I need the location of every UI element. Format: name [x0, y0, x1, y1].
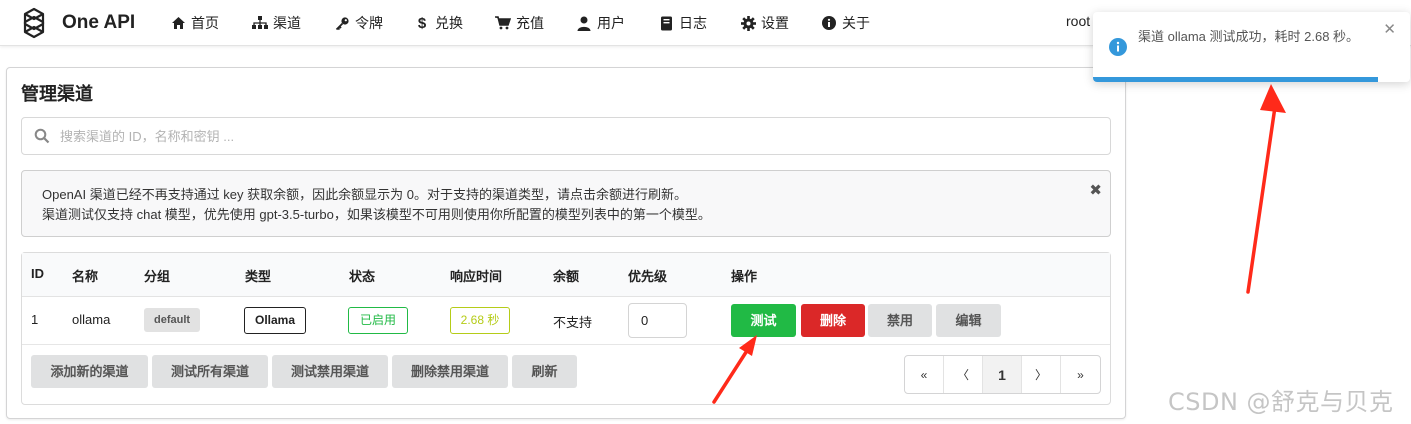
priority-input[interactable] [628, 303, 687, 338]
nav-item-channels[interactable]: 渠道 [252, 0, 301, 46]
main-nav: 首页 渠道 令牌 $ 兑换 充值 用户 日志 设置 关于 [160, 0, 870, 46]
col-actions: 操作 [731, 269, 758, 284]
col-group[interactable]: 分组 [144, 266, 170, 285]
user-menu[interactable]: root [1066, 13, 1090, 29]
toast-progress-bar [1093, 77, 1379, 82]
cell-name: ollama [72, 312, 111, 327]
page-next-button[interactable]: 〉 [1022, 356, 1061, 393]
refresh-button[interactable]: 刷新 [512, 355, 577, 388]
delete-disabled-button[interactable]: 删除禁用渠道 [392, 355, 508, 388]
col-response-time[interactable]: 响应时间 [450, 266, 502, 285]
search-box[interactable] [21, 117, 1111, 155]
notice-close-icon[interactable]: ✖ [1089, 181, 1102, 201]
nav-item-topup[interactable]: 充值 [495, 0, 544, 46]
annotation-arrow-toast [1246, 84, 1286, 294]
nav-item-home[interactable]: 首页 [170, 0, 219, 46]
nav-label-channels: 渠道 [273, 15, 301, 31]
toast-notification: 渠道 ollama 测试成功，耗时 2.68 秒。 ✕ [1093, 12, 1410, 82]
nav-item-tokens[interactable]: 令牌 [334, 0, 383, 46]
home-icon [170, 15, 186, 31]
col-id[interactable]: ID [31, 266, 44, 281]
test-all-button[interactable]: 测试所有渠道 [152, 355, 268, 388]
search-input[interactable] [60, 128, 960, 144]
add-channel-button[interactable]: 添加新的渠道 [31, 355, 148, 388]
table-row: 1 ollama default Ollama 已启用 2.68 秒 不支持 测… [22, 297, 1110, 345]
col-status[interactable]: 状态 [349, 266, 375, 285]
test-button[interactable]: 测试 [731, 304, 796, 337]
page-current-button[interactable]: 1 [983, 356, 1022, 393]
pagination: « 〈 1 〉 » [904, 355, 1101, 394]
brand[interactable]: One API [16, 3, 135, 43]
nav-label-about: 关于 [842, 15, 870, 31]
channel-table: ID 名称 分组 类型 状态 响应时间 余额 优先级 操作 1 ollama d… [21, 252, 1111, 405]
delete-button[interactable]: 删除 [801, 304, 865, 337]
page-title: 管理渠道 [21, 84, 93, 104]
openai-logo-icon [23, 7, 45, 39]
nav-item-about[interactable]: 关于 [821, 0, 870, 46]
user-icon [576, 15, 592, 31]
cell-balance[interactable]: 不支持 [553, 312, 592, 331]
page-first-button[interactable]: « [905, 356, 944, 393]
app-root: One API 首页 渠道 令牌 $ 兑换 充值 用户 日志 设置 关于 roo… [0, 0, 1411, 424]
test-disabled-button[interactable]: 测试禁用渠道 [272, 355, 388, 388]
nav-label-tokens: 令牌 [355, 15, 383, 31]
nav-item-users[interactable]: 用户 [576, 0, 625, 46]
nav-label-logs: 日志 [679, 15, 707, 31]
toast-message: 渠道 ollama 测试成功，耗时 2.68 秒。 [1138, 29, 1360, 44]
col-type[interactable]: 类型 [245, 266, 271, 285]
info-circle-icon [821, 15, 837, 31]
book-icon [658, 15, 674, 31]
toast-close-icon[interactable]: ✕ [1383, 20, 1396, 38]
key-icon [334, 15, 350, 31]
page-prev-button[interactable]: 〈 [944, 356, 983, 393]
nav-label-topup: 充值 [516, 15, 544, 31]
col-balance[interactable]: 余额 [553, 266, 579, 285]
response-time-badge[interactable]: 2.68 秒 [450, 307, 510, 334]
nav-item-settings[interactable]: 设置 [740, 0, 789, 46]
search-icon [34, 128, 50, 144]
nav-item-redeem[interactable]: $ 兑换 [414, 0, 463, 46]
nav-label-home: 首页 [191, 15, 219, 31]
col-name[interactable]: 名称 [72, 266, 98, 285]
col-priority[interactable]: 优先级 [628, 266, 667, 285]
watermark: CSDN @舒克与贝克 [1168, 388, 1394, 416]
nav-label-users: 用户 [597, 15, 625, 31]
channel-panel: 管理渠道 OpenAI 渠道已经不再支持通过 key 获取余额，因此余额显示为 … [6, 67, 1126, 419]
table-header: ID 名称 分组 类型 状态 响应时间 余额 优先级 操作 [22, 253, 1110, 297]
page-last-button[interactable]: » [1061, 356, 1100, 393]
cart-icon [495, 15, 511, 31]
app-title: One API [62, 12, 136, 33]
notice-line-1: OpenAI 渠道已经不再支持通过 key 获取余额，因此余额显示为 0。对于支… [42, 187, 687, 202]
dollar-icon: $ [417, 14, 427, 32]
disable-button[interactable]: 禁用 [868, 304, 932, 337]
type-badge: Ollama [244, 307, 306, 334]
nav-label-settings: 设置 [761, 15, 789, 31]
edit-button[interactable]: 编辑 [936, 304, 1001, 337]
cell-id: 1 [31, 312, 39, 327]
notice-line-2: 渠道测试仅支持 chat 模型，优先使用 gpt-3.5-turbo，如果该模型… [42, 207, 711, 222]
info-icon [1109, 38, 1127, 56]
nav-item-logs[interactable]: 日志 [658, 0, 707, 46]
nav-label-redeem: 兑换 [435, 15, 463, 31]
info-message: OpenAI 渠道已经不再支持通过 key 获取余额，因此余额显示为 0。对于支… [21, 170, 1111, 237]
group-badge: default [144, 308, 201, 332]
sitemap-icon [252, 15, 268, 31]
status-badge: 已启用 [348, 307, 408, 334]
gear-icon [740, 15, 756, 31]
